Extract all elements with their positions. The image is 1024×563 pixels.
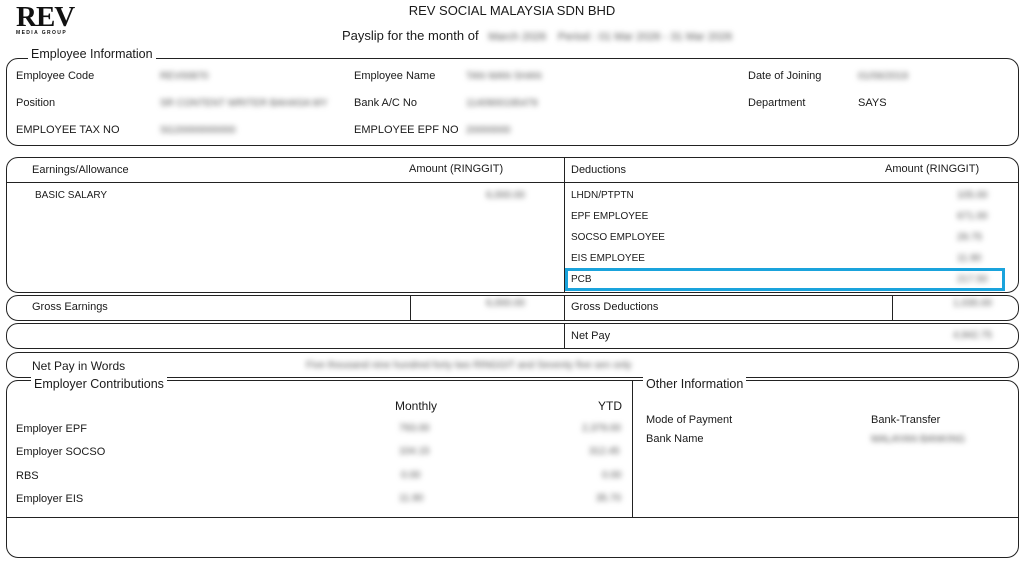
- department-value: SAYS: [858, 97, 887, 109]
- deduction-item-amount: 671.00: [957, 211, 988, 222]
- bank-ac-value: 1140900195479: [466, 98, 538, 109]
- employer-row-monthly: 104.15: [399, 446, 430, 457]
- employee-name-value: TAN WAN SHAN: [466, 71, 542, 82]
- employer-contributions-title: Employer Contributions: [31, 377, 167, 391]
- joining-date-value: 01/06/2019: [858, 71, 909, 82]
- epf-no-label: EMPLOYEE EPF NO: [354, 124, 459, 136]
- bank-name-value: MALAYAN BANKING: [871, 434, 966, 445]
- deduction-item-amount: 29.75: [957, 232, 983, 243]
- epf-no-value: 20000000: [466, 125, 511, 136]
- bank-ac-label: Bank A/C No: [354, 97, 417, 109]
- gross-deductions-label: Gross Deductions: [571, 301, 659, 313]
- net-pay-value: 4,942.75: [953, 330, 992, 341]
- employer-row-ytd: 35.70: [596, 493, 622, 504]
- employer-row-monthly: 0.00: [401, 470, 421, 481]
- logo-sub: MEDIA GROUP: [16, 30, 68, 36]
- department-label: Department: [748, 97, 806, 109]
- payslip-period: Period : 01 Mar 2026 - 31 Mar 2026: [557, 31, 733, 43]
- employee-code-value: REV00870: [160, 71, 209, 82]
- employer-row-monthly: 11.90: [399, 493, 424, 504]
- pcb-highlight: [565, 268, 1005, 291]
- deduction-item-label: EPF EMPLOYEE: [571, 211, 649, 222]
- deductions-header: Deductions: [571, 164, 627, 176]
- company-name: REV SOCIAL MALAYSIA SDN BHD: [408, 3, 616, 18]
- deduction-item-label: EIS EMPLOYEE: [571, 253, 645, 264]
- gross-earnings-label: Gross Earnings: [32, 301, 108, 313]
- employer-row-ytd: 0.00: [602, 470, 622, 481]
- payslip-title: Payslip for the month of March 2026 Peri…: [342, 28, 732, 43]
- gross-deductions-value: 1,035.00: [953, 298, 992, 309]
- tax-no-label: EMPLOYEE TAX NO: [16, 124, 120, 136]
- contributions-bottom-line: [6, 517, 1019, 518]
- contributions-box: [6, 380, 1019, 558]
- employer-row-monthly: 793.00: [399, 423, 430, 434]
- bank-name-label: Bank Name: [646, 433, 704, 445]
- employee-name-label: Employee Name: [354, 70, 436, 82]
- net-pay-divider: [564, 323, 565, 349]
- employer-row-ytd: 2,379.00: [582, 423, 621, 434]
- employer-row-label: Employer SOCSO: [16, 446, 106, 458]
- employee-code-label: Employee Code: [16, 70, 95, 82]
- gross-earnings-value: 6,000.00: [486, 298, 525, 309]
- other-information-title: Other Information: [643, 377, 747, 391]
- monthly-header: Monthly: [395, 399, 438, 413]
- deduction-item-amount: 11.90: [957, 253, 982, 264]
- ytd-header: YTD: [598, 399, 622, 413]
- net-pay-words-label: Net Pay in Words: [32, 359, 126, 373]
- earning-item-label: BASIC SALARY: [35, 190, 108, 201]
- position-label: Position: [16, 97, 56, 109]
- employer-row-label: Employer EPF: [16, 423, 87, 435]
- deduction-item-amount: 217.50: [957, 274, 988, 285]
- net-pay-words-value: Five thousand nine hundred forty two RIN…: [306, 360, 632, 371]
- earnings-amount-header: Amount (RINGGIT): [409, 163, 504, 175]
- net-pay-label: Net Pay: [571, 330, 611, 342]
- earning-item-amount: 6,000.00: [486, 190, 525, 201]
- deduction-item-label: LHDN/PTPTN: [571, 190, 634, 201]
- employer-row-label: Employer EIS: [16, 493, 84, 505]
- earnings-header-divider: [6, 182, 1019, 183]
- net-pay-box: [6, 323, 1019, 349]
- deduction-item-label: SOCSO EMPLOYEE: [571, 232, 665, 243]
- contributions-divider: [632, 380, 633, 518]
- payslip-month: March 2026: [488, 31, 547, 43]
- payslip-label: Payslip for the month of: [342, 28, 479, 43]
- payment-mode-value: Bank-Transfer: [871, 414, 941, 426]
- earnings-header: Earnings/Allowance: [32, 164, 129, 176]
- deductions-amount-header: Amount (RINGGIT): [885, 163, 980, 175]
- tax-no-value: SG20000000000: [160, 125, 236, 136]
- gross-divider-3: [892, 295, 893, 321]
- employer-row-ytd: 312.45: [589, 446, 620, 457]
- joining-date-label: Date of Joining: [748, 70, 822, 82]
- deduction-item-amount: 105.00: [957, 190, 988, 201]
- gross-divider-1: [410, 295, 411, 321]
- deduction-item-label: PCB: [571, 274, 592, 285]
- gross-divider-2: [564, 295, 565, 321]
- employee-info-title: Employee Information: [28, 47, 156, 61]
- payment-mode-label: Mode of Payment: [646, 414, 733, 426]
- employer-row-label: RBS: [16, 470, 39, 482]
- position-value: SR CONTENT WRITER BAHASA MY: [160, 98, 328, 109]
